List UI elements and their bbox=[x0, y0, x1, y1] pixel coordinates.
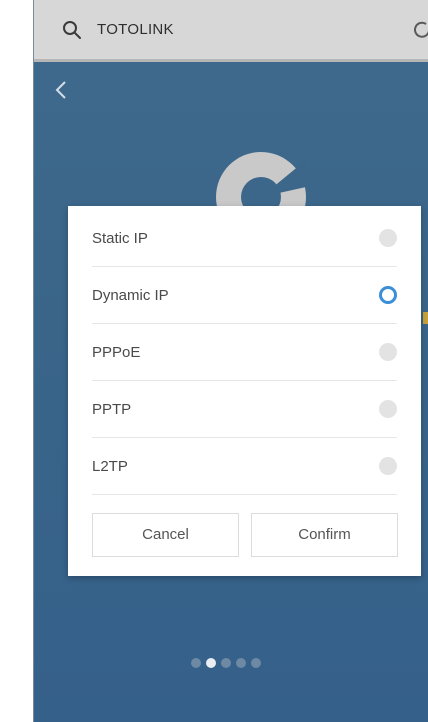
option-label: PPTP bbox=[92, 401, 132, 418]
search-bar[interactable]: TOTOLINK bbox=[34, 0, 428, 62]
decorative-mark bbox=[423, 312, 428, 324]
refresh-icon[interactable] bbox=[412, 20, 428, 40]
search-icon bbox=[63, 21, 81, 39]
option-dynamic-ip[interactable]: Dynamic IP bbox=[92, 267, 397, 324]
confirm-button[interactable]: Confirm bbox=[251, 513, 398, 557]
radio-unselected[interactable] bbox=[379, 343, 397, 361]
app-screen: TOTOLINK Static IP Dynamic IP PPPoE PPTP bbox=[33, 0, 428, 722]
page-dot[interactable] bbox=[251, 658, 261, 668]
connection-type-dialog: Static IP Dynamic IP PPPoE PPTP L2TP Can… bbox=[68, 206, 421, 576]
page-dot[interactable] bbox=[221, 658, 231, 668]
radio-unselected[interactable] bbox=[379, 400, 397, 418]
option-pppoe[interactable]: PPPoE bbox=[92, 324, 397, 381]
radio-unselected[interactable] bbox=[379, 457, 397, 475]
radio-selected[interactable] bbox=[379, 286, 397, 304]
search-text: TOTOLINK bbox=[97, 21, 174, 38]
option-label: Static IP bbox=[92, 230, 148, 247]
option-label: Dynamic IP bbox=[92, 287, 169, 304]
radio-unselected[interactable] bbox=[379, 229, 397, 247]
option-label: PPPoE bbox=[92, 344, 141, 361]
option-label: L2TP bbox=[92, 458, 128, 475]
chevron-left-icon[interactable] bbox=[54, 79, 68, 101]
page-dot[interactable] bbox=[191, 658, 201, 668]
option-l2tp[interactable]: L2TP bbox=[92, 438, 397, 495]
page-dot[interactable] bbox=[236, 658, 246, 668]
option-static-ip[interactable]: Static IP bbox=[92, 210, 397, 267]
page-dot-active[interactable] bbox=[206, 658, 216, 668]
option-pptp[interactable]: PPTP bbox=[92, 381, 397, 438]
cancel-button[interactable]: Cancel bbox=[92, 513, 239, 557]
